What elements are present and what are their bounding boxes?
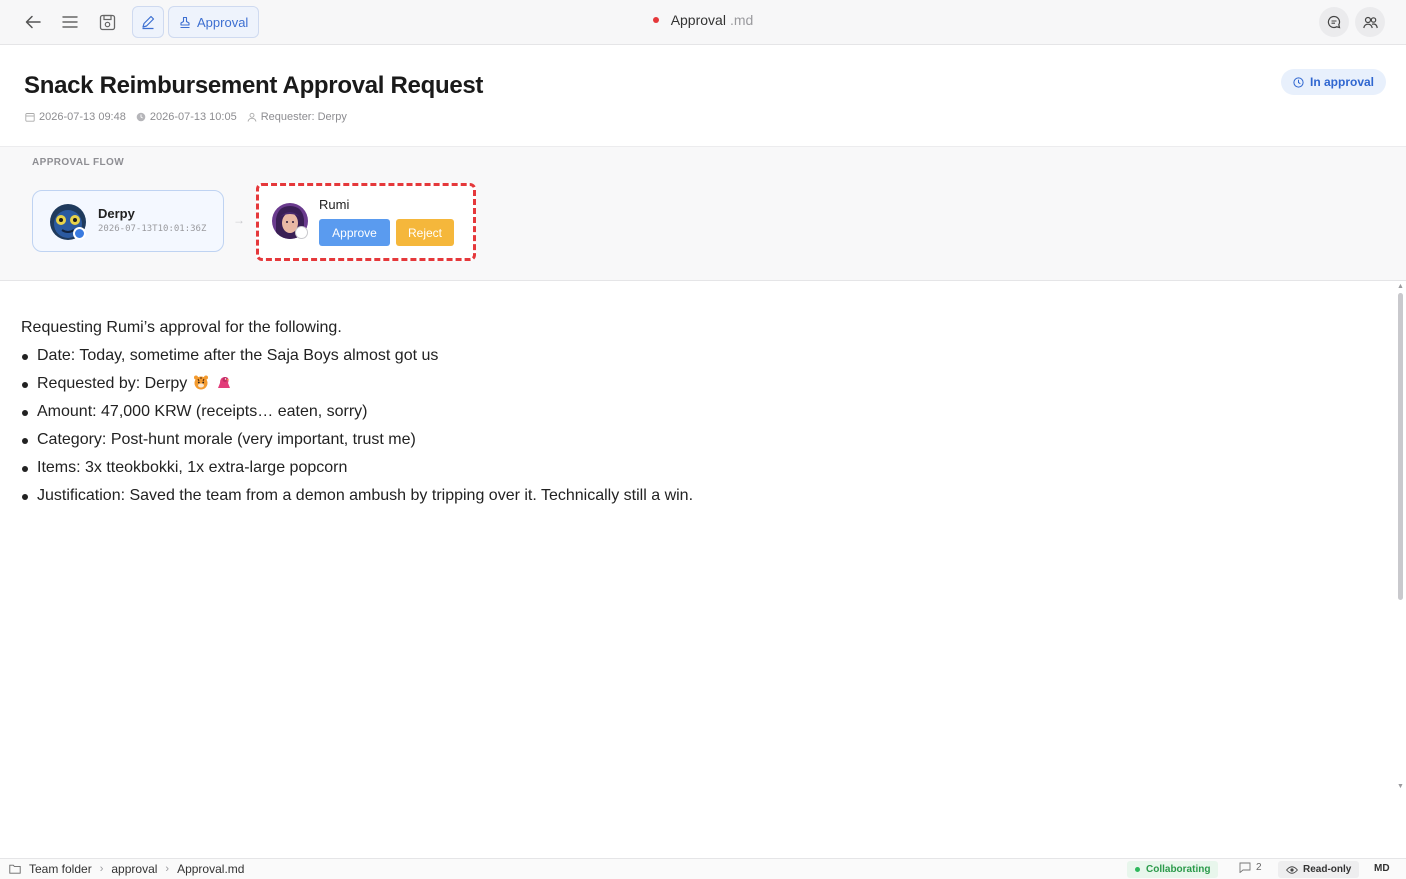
list-item-text: Justification: Saved the team from a dem… [37,487,694,504]
list-item: Date: Today, sometime after the Saja Boy… [21,342,693,370]
status-badge: In approval [1281,69,1387,95]
unsaved-dot [652,17,659,23]
magpie-emoji-icon [218,377,231,388]
tiger-emoji-icon [194,375,209,390]
readonly-text: Read-only [1303,864,1352,875]
online-dot-icon [1135,867,1140,872]
list-item-text: Date: Today, sometime after the Saja Boy… [37,347,439,364]
list-item: Category: Post-hunt morale (very importa… [21,426,693,454]
collaborating-text: Collaborating [1146,864,1211,875]
list-item-text: Category: Post-hunt morale (very importa… [37,431,416,448]
person-icon [247,112,257,122]
list-item-text: Amount: 47,000 KRW (receipts… eaten, sor… [37,403,368,420]
list-item-text: Requested by: Derpy [37,375,188,392]
scroll-down-icon[interactable]: ▼ [1397,783,1404,790]
top-toolbar: Approval Approval .md [0,0,1406,45]
collaborators-button[interactable] [1355,7,1385,37]
created-date-text: 2026-07-13 09:48 [39,111,126,123]
page-title: Snack Reimbursement Approval Request [24,72,484,99]
approve-button[interactable]: Approve [319,219,390,246]
scroll-up-icon[interactable]: ▲ [1397,283,1404,290]
breadcrumb: Team folder › approval › Approval.md [9,862,244,876]
chevron-right-icon: › [165,863,170,875]
comment-count-text: 2 [1256,862,1262,873]
status-bar: Team folder › approval › Approval.md Col… [0,858,1406,879]
list-item: Requested by: Derpy [21,370,693,398]
approval-flow: APPROVAL FLOW Derpy 2026-07-13T10:01:36Z… [0,147,1406,281]
approval-step-derpy: Derpy 2026-07-13T10:01:36Z [32,190,224,252]
document-meta: 2026-07-13 09:48 2026-07-13 10:05 Reques… [25,111,347,123]
requester: Requester: Derpy [247,111,347,123]
eye-icon [1286,865,1298,874]
document-body: Requesting Rumi’s approval for the follo… [21,314,693,510]
pending-icon [295,226,308,239]
readonly-badge[interactable]: Read-only [1278,861,1360,878]
approver-name: Rumi [319,197,350,212]
vertical-scrollbar[interactable]: ▲ ▼ [1396,283,1406,793]
comment-icon [1239,862,1251,873]
list-item: Items: 3x tteokbokki, 1x extra-large pop… [21,454,693,482]
list-item: Justification: Saved the team from a dem… [21,482,693,510]
list-item: Amount: 47,000 KRW (receipts… eaten, sor… [21,398,693,426]
users-icon [1362,16,1378,28]
clock-icon [1293,76,1304,88]
approved-check-icon [73,227,86,240]
format-indicator[interactable]: MD [1374,863,1390,874]
document-header: Snack Reimbursement Approval Request 202… [0,45,1406,147]
approver-name: Derpy [98,206,135,221]
detail-list: Date: Today, sometime after the Saja Boy… [21,342,693,510]
flow-arrow-icon: → [233,213,245,227]
comments-button[interactable] [1319,7,1349,37]
reject-button[interactable]: Reject [396,219,454,246]
comment-count[interactable]: 2 [1239,862,1262,873]
updated-date: 2026-07-13 10:05 [136,111,237,123]
approval-timestamp: 2026-07-13T10:01:36Z [98,224,207,234]
scrollbar-thumb[interactable] [1398,293,1403,600]
document-extension: .md [729,12,754,28]
status-badge-text: In approval [1310,75,1375,89]
breadcrumb-item[interactable]: Approval.md [177,862,244,876]
document-title: Approval .md [0,12,1406,28]
clock-icon [136,112,146,122]
intro-text: Requesting Rumi’s approval for the follo… [21,319,342,336]
collaborating-badge[interactable]: Collaborating [1127,861,1219,878]
folder-icon [9,864,21,874]
created-date: 2026-07-13 09:48 [25,111,126,123]
updated-date-text: 2026-07-13 10:05 [149,111,237,123]
list-item-text: Items: 3x tteokbokki, 1x extra-large pop… [37,459,348,476]
breadcrumb-item[interactable]: Team folder [29,862,92,876]
comment-icon [1327,15,1341,29]
approval-flow-label: APPROVAL FLOW [32,157,125,168]
chevron-right-icon: › [99,863,104,875]
calendar-icon [25,113,35,122]
requester-text: Requester: Derpy [260,111,347,123]
approval-step-rumi: Rumi Approve Reject [256,183,476,261]
document-name: Approval [670,12,726,28]
breadcrumb-item[interactable]: approval [111,862,157,876]
